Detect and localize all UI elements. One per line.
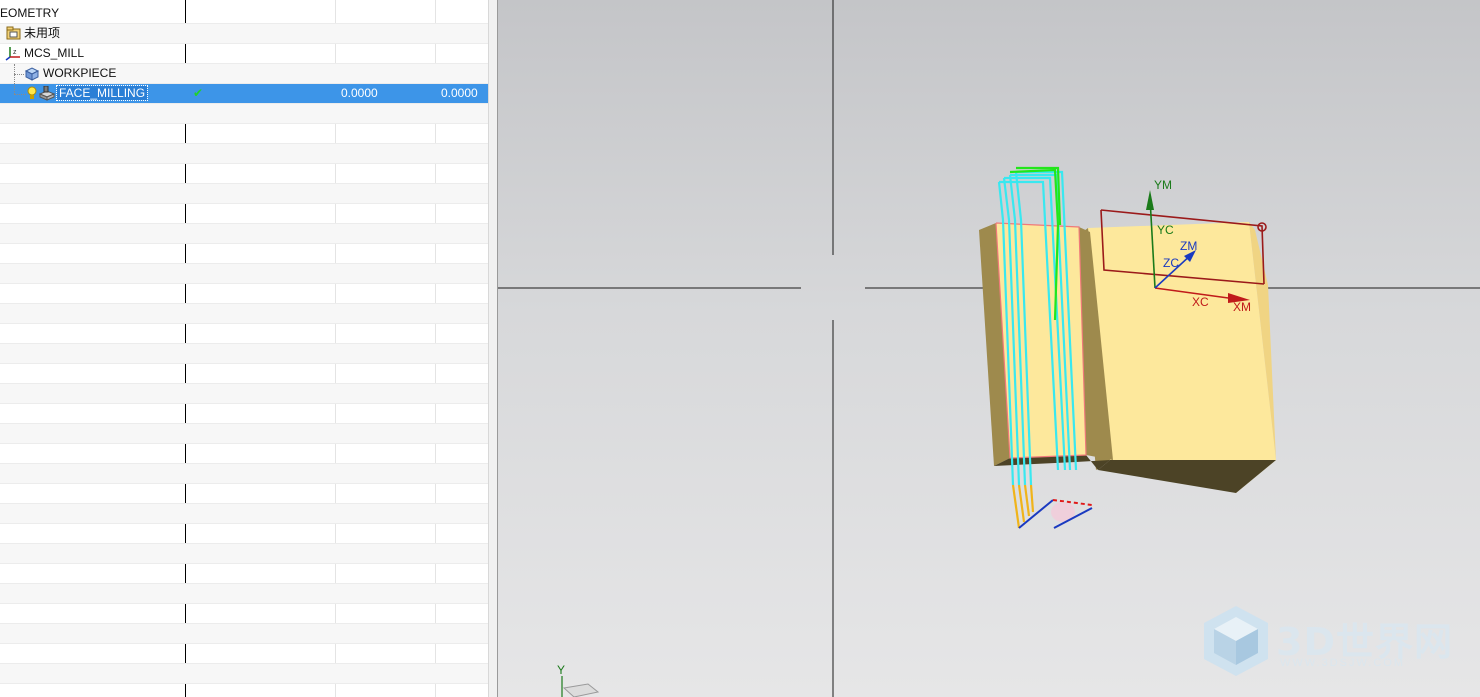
face-milling-operation-icon: [39, 86, 55, 101]
tree-row-unused-items[interactable]: 未用项: [0, 24, 488, 44]
lightbulb-icon: [27, 86, 37, 99]
empty-row: [0, 584, 488, 604]
panel-splitter[interactable]: [488, 0, 498, 697]
empty-row: [0, 344, 488, 364]
tree-row-geometry[interactable]: EOMETRY: [0, 4, 488, 24]
navigator-tree: EOMETRY 未用项 z MCS_MILL WORKPIECE FACE_MI…: [0, 4, 488, 684]
mcs-coordinate-icon: z: [5, 47, 20, 61]
tree-label-mcs-mill: MCS_MILL: [24, 46, 85, 60]
xm-axis-label: XM: [1233, 300, 1251, 314]
graphics-viewport[interactable]: YM YC ZM ZC XC XM Y 3D世界网 WWW.3DSJW.COM: [498, 0, 1480, 697]
tool-marker: [1018, 499, 1093, 529]
status-check-icon: ✔: [193, 86, 204, 100]
tree-row-workpiece[interactable]: WORKPIECE: [0, 64, 488, 84]
empty-row: [0, 124, 488, 144]
workpiece-cube-icon: [24, 67, 40, 81]
yc-axis-label: YC: [1157, 223, 1174, 237]
empty-row: [0, 264, 488, 284]
empty-row: [0, 664, 488, 684]
empty-row: [0, 604, 488, 624]
tree-label-workpiece: WORKPIECE: [43, 66, 117, 80]
empty-row: [0, 444, 488, 464]
empty-row: [0, 624, 488, 644]
ym-axis-label: YM: [1154, 178, 1172, 192]
tree-row-mcs-mill[interactable]: z MCS_MILL: [0, 44, 488, 64]
empty-row: [0, 364, 488, 384]
toolpath-rapid: [1011, 484, 1035, 529]
empty-row: [0, 164, 488, 184]
watermark: 3D世界网 WWW.3DSJW.COM: [1198, 603, 1468, 683]
value-cell: 0.0000: [441, 86, 478, 100]
empty-row: [0, 544, 488, 564]
watermark-url: WWW.3DSJW.COM: [1280, 657, 1405, 669]
empty-row: [0, 244, 488, 264]
empty-row: [0, 104, 488, 124]
triad-y-label: Y: [557, 663, 565, 677]
empty-row: [0, 504, 488, 524]
empty-row: [0, 524, 488, 544]
empty-row: [0, 304, 488, 324]
empty-row: [0, 284, 488, 304]
empty-row: [0, 564, 488, 584]
tree-label-geometry: EOMETRY: [0, 6, 60, 20]
empty-row: [0, 464, 488, 484]
empty-row: [0, 184, 488, 204]
zc-axis-label: ZC: [1163, 256, 1179, 270]
empty-row: [0, 384, 488, 404]
xc-axis-label: XC: [1192, 295, 1209, 309]
empty-row: [0, 204, 488, 224]
empty-row: [0, 644, 488, 664]
zm-axis-label: ZM: [1180, 239, 1197, 253]
watermark-cube-icon: [1204, 606, 1268, 676]
empty-row: [0, 424, 488, 444]
empty-row: [0, 404, 488, 424]
empty-row: [0, 224, 488, 244]
empty-row: [0, 484, 488, 504]
unused-items-folder-icon: [6, 26, 21, 40]
view-triad[interactable]: Y: [557, 663, 600, 697]
viewport-canvas[interactable]: YM YC ZM ZC XC XM Y: [498, 0, 1480, 697]
tree-label-unused-items: 未用项: [24, 26, 61, 40]
tree-label-face-milling: FACE_MILLING: [55, 85, 149, 101]
svg-text:z: z: [13, 49, 17, 56]
value-cell: 0.0000: [341, 86, 378, 100]
part-bottom-face: [1098, 460, 1276, 493]
tree-row-face-milling[interactable]: FACE_MILLING ✔ 0.0000 0.0000: [0, 64, 488, 104]
operation-navigator: EOMETRY 未用项 z MCS_MILL WORKPIECE FACE_MI…: [0, 0, 488, 697]
empty-row: [0, 144, 488, 164]
empty-row: [0, 324, 488, 344]
